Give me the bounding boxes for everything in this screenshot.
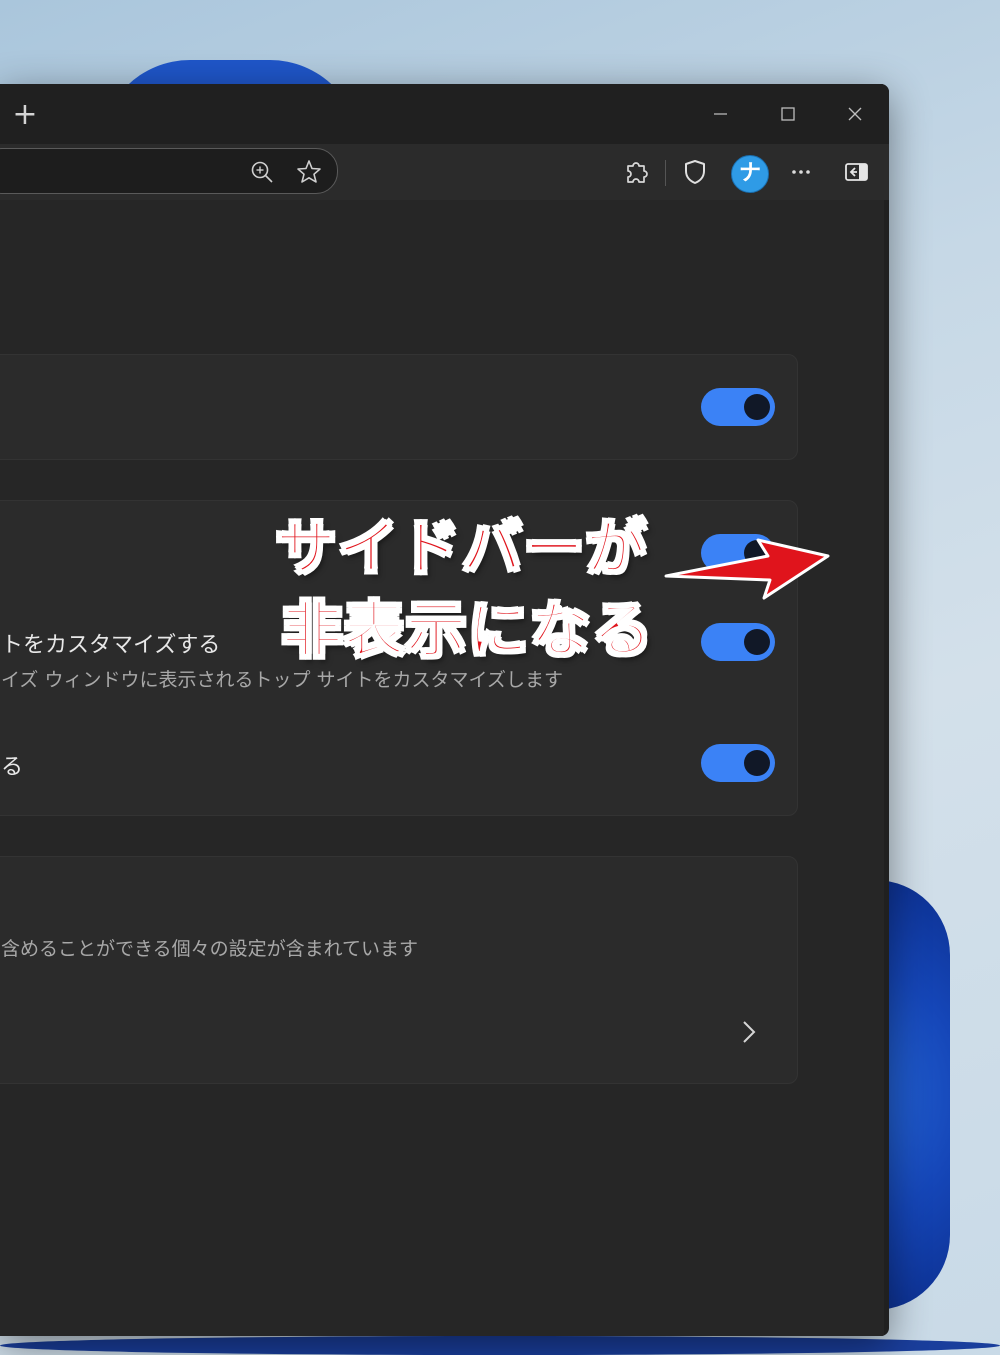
toggle-1[interactable] xyxy=(701,388,775,426)
toggle-knob xyxy=(744,629,770,655)
tab-strip: + xyxy=(0,84,889,144)
profile-avatar[interactable]: ナ xyxy=(731,155,769,193)
settings-card-3[interactable]: 含めることができる個々の設定が含まれています xyxy=(0,856,798,1084)
favorite-star-icon[interactable] xyxy=(295,158,323,186)
customize-top-sites-description: イズ ウィンドウに表示されるトップ サイトをカスタマイズします xyxy=(1,669,563,691)
maximize-icon xyxy=(781,107,795,121)
address-bar[interactable] xyxy=(0,148,338,194)
more-options-icon[interactable] xyxy=(785,156,817,188)
toolbar-divider xyxy=(665,160,666,186)
maximize-button[interactable] xyxy=(768,94,808,134)
customize-top-sites-title: トをカスタマイズする xyxy=(1,633,221,658)
new-tab-button[interactable]: + xyxy=(8,98,42,132)
minimize-icon xyxy=(714,113,727,115)
sidebar-toggle-icon[interactable] xyxy=(840,156,872,188)
third-setting-title: る xyxy=(1,755,24,780)
chevron-right-icon[interactable] xyxy=(739,1019,759,1045)
annotation-line-1: サイドバーが xyxy=(275,513,648,585)
annotation-line-2: 非表示になる xyxy=(281,595,654,667)
toggle-knob xyxy=(744,750,770,776)
settings-card-1 xyxy=(0,354,798,460)
wallpaper-bloom-bottom xyxy=(0,1336,1000,1355)
toggle-3[interactable] xyxy=(701,623,775,661)
toolbar: ナ xyxy=(0,144,889,200)
card3-description: 含めることができる個々の設定が含まれています xyxy=(1,938,419,960)
extensions-icon[interactable] xyxy=(620,156,652,188)
browser-window: + ナ トをカスタマイズする イズ ウィンドウに表示されるトップ サイトをカスタ… xyxy=(0,84,889,1336)
settings-page: トをカスタマイズする イズ ウィンドウに表示されるトップ サイトをカスタマイズし… xyxy=(0,200,884,1336)
annotation-arrow-icon xyxy=(664,538,830,600)
zoom-icon[interactable] xyxy=(249,159,275,185)
minimize-button[interactable] xyxy=(700,94,740,134)
close-button[interactable] xyxy=(835,94,875,134)
toggle-4[interactable] xyxy=(701,744,775,782)
toggle-knob xyxy=(744,394,770,420)
close-icon xyxy=(848,107,862,121)
shield-icon[interactable] xyxy=(679,156,711,188)
